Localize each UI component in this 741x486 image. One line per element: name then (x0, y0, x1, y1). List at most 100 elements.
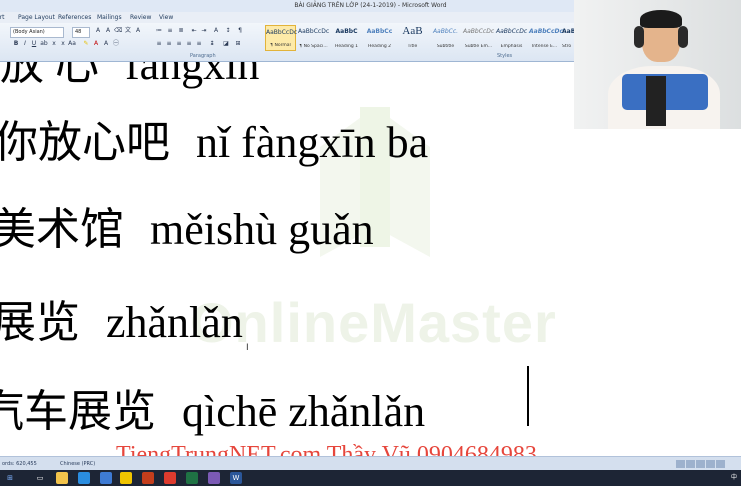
doc-line-5: 汽车展览 qìchē zhǎnlǎn (0, 375, 425, 439)
tab-mailings[interactable]: Mailings (97, 12, 122, 23)
styles-gallery: AaBbCcDc ¶ Normal AaBbCcDc ¶ No Spaci...… (265, 25, 578, 51)
excel-icon[interactable] (186, 472, 198, 484)
justify-icon[interactable]: ≡ (185, 40, 193, 48)
pinyin-text: nǐ fàngxīn ba (196, 118, 429, 167)
style-no-spacing[interactable]: AaBbCcDc ¶ No Spaci... (298, 25, 329, 51)
tab-page-layout[interactable]: Page Layout (18, 12, 55, 23)
onenote-icon[interactable] (208, 472, 220, 484)
style-name: Emphasis (500, 44, 523, 49)
superscript-icon[interactable]: x (59, 40, 67, 48)
subscript-icon[interactable]: x (50, 40, 58, 48)
shrink-font-icon[interactable]: A (104, 27, 112, 35)
app-icon[interactable] (164, 472, 176, 484)
font-size-select[interactable]: 48 (72, 27, 90, 38)
enclose-char-icon[interactable]: ㊀ (112, 40, 120, 48)
status-bar: ords: 620,455 Chinese (PRC) (0, 456, 741, 471)
char-shading-icon[interactable]: A (102, 40, 110, 48)
doc-line-4: 展览 zhǎnlǎn (0, 286, 243, 350)
change-case-icon[interactable]: Aa (68, 40, 76, 48)
show-marks-icon[interactable]: ¶ (236, 27, 244, 35)
font-name-select[interactable]: (Body Asian) (10, 27, 64, 38)
full-screen-icon[interactable] (686, 460, 695, 468)
font-color-icon[interactable]: A (92, 40, 100, 48)
style-heading-1[interactable]: AaBbC Heading 1 (331, 25, 362, 51)
style-preview: AaBbCcDc (298, 28, 330, 35)
bullets-icon[interactable]: ≔ (155, 27, 163, 35)
store-icon[interactable] (78, 472, 90, 484)
language-indicator[interactable]: Chinese (PRC) (60, 457, 95, 471)
style-heading-2[interactable]: AaBbCc Heading 2 (364, 25, 395, 51)
webcam-overlay (574, 0, 741, 129)
style-preview: AaBbCc. (432, 28, 459, 35)
grow-font-icon[interactable]: A (94, 27, 102, 35)
file-explorer-icon[interactable] (56, 472, 68, 484)
style-name: Title (407, 44, 418, 49)
word-icon[interactable]: W (230, 472, 242, 484)
outline-icon[interactable] (706, 460, 715, 468)
char-border-icon[interactable]: A (134, 27, 142, 35)
phonetic-guide-icon[interactable]: 文 (124, 27, 132, 35)
align-center-icon[interactable]: ≡ (165, 40, 173, 48)
headphone-left (634, 26, 644, 48)
styles-group-label: Styles (497, 53, 513, 59)
style-subtle-emphasis[interactable]: AaBbCcDc Subtle Em... (463, 25, 494, 51)
style-name: Intense E... (531, 44, 558, 49)
task-view-icon[interactable]: ▭ (34, 472, 46, 484)
hanzi-text: 汽车展览 (0, 387, 156, 436)
input-language-indicator[interactable]: 中 (731, 470, 737, 486)
align-right-icon[interactable]: ≡ (175, 40, 183, 48)
word-count[interactable]: ords: 620,455 (2, 457, 37, 471)
doc-line-3: 美术馆 měishù guǎn (0, 193, 374, 257)
decrease-indent-icon[interactable]: ⇤ (190, 27, 198, 35)
numbering-icon[interactable]: ≡ (166, 27, 174, 35)
style-normal[interactable]: AaBbCcDc ¶ Normal (265, 25, 297, 51)
style-name: Heading 1 (334, 44, 359, 49)
style-subtitle[interactable]: AaBbCc. Subtitle (430, 25, 461, 51)
hanzi-text: 放 心 (0, 62, 99, 89)
bold-icon[interactable]: B (12, 40, 20, 48)
distributed-icon[interactable]: ≡ (195, 40, 203, 48)
doc-line-1: 放 心 fàngxīn (0, 62, 259, 92)
tab-insert[interactable]: ert (0, 12, 5, 23)
strikethrough-icon[interactable]: ab (40, 40, 48, 48)
web-layout-icon[interactable] (696, 460, 705, 468)
clear-format-icon[interactable]: ⌫ (114, 27, 122, 35)
text-cursor (527, 366, 529, 426)
style-preview: AaBbC (335, 28, 358, 35)
chinese-layout-icon[interactable]: A (212, 27, 220, 35)
style-emphasis[interactable]: AaBbCcDc Emphasis (496, 25, 527, 51)
paragraph-group-label: Paragraph (190, 53, 216, 59)
shading-icon[interactable]: ◪ (222, 40, 230, 48)
tab-review[interactable]: Review (130, 12, 151, 23)
increase-indent-icon[interactable]: ⇥ (200, 27, 208, 35)
chrome-icon[interactable] (120, 472, 132, 484)
sort-icon[interactable]: ↕ (224, 27, 232, 35)
presenter-hair (640, 10, 682, 28)
pinyin-text: qìchē zhǎnlǎn (182, 387, 426, 436)
align-left-icon[interactable]: ≡ (155, 40, 163, 48)
print-layout-icon[interactable] (676, 460, 685, 468)
start-windows-icon[interactable]: ⊞ (4, 472, 16, 484)
highlight-icon[interactable]: ✎ (82, 40, 90, 48)
watermark-text: OnlineMaster (190, 291, 557, 354)
tab-references[interactable]: References (58, 12, 91, 23)
style-name: Subtle Em... (464, 44, 493, 49)
tab-view[interactable]: View (159, 12, 173, 23)
pinyin-text: fàngxīn (125, 62, 260, 89)
ibeam-pointer-icon: I (246, 343, 249, 353)
multilevel-list-icon[interactable]: ≣ (177, 27, 185, 35)
style-name: Heading 2 (367, 44, 392, 49)
headphone-right (678, 26, 688, 48)
style-name: ¶ No Spaci... (299, 44, 328, 49)
doc-line-2: 你放心吧 nǐ fàngxīn ba (0, 106, 428, 170)
line-spacing-icon[interactable]: ↨ (208, 40, 216, 48)
hanzi-text: 美术馆 (0, 205, 124, 254)
style-title[interactable]: AaB Title (397, 25, 428, 51)
powerpoint-icon[interactable] (142, 472, 154, 484)
style-intense-emphasis[interactable]: AaBbCcDc Intense E... (529, 25, 563, 51)
borders-icon[interactable]: ⊞ (234, 40, 242, 48)
italic-icon[interactable]: I (21, 40, 29, 48)
mail-icon[interactable] (100, 472, 112, 484)
underline-icon[interactable]: U (30, 40, 38, 48)
draft-icon[interactable] (716, 460, 725, 468)
